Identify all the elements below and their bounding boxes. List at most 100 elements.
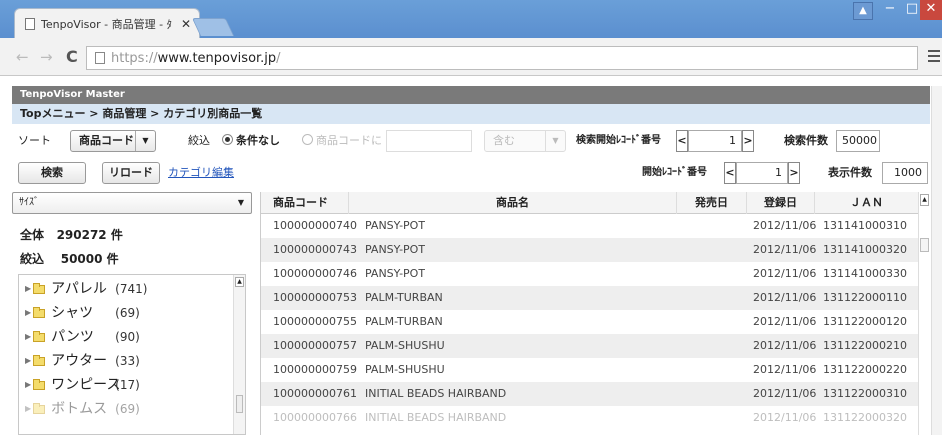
contains-select[interactable]: 含む ▼ (484, 130, 566, 152)
cell-registered: 2012/11/06 (753, 267, 817, 280)
search-start-next-button[interactable]: > (742, 130, 754, 152)
page-icon (95, 52, 105, 64)
search-start-prev-button[interactable]: < (676, 130, 688, 152)
search-start-label: 検索開始ﾚｺｰﾄﾞ番号 (576, 135, 661, 146)
tree-item-name: アパレル (51, 281, 107, 297)
search-start-input[interactable]: 1 (688, 130, 742, 152)
tree-item[interactable]: ▶ ボトムス (69) (25, 399, 140, 419)
column-header-name[interactable]: 商品名 (349, 192, 677, 214)
folder-icon (33, 330, 46, 342)
total-count: 全体 290272 件 (20, 226, 123, 243)
category-edit-link[interactable]: カテゴリ編集 (168, 162, 234, 184)
start-record-prev-button[interactable]: < (724, 162, 736, 184)
page-scrollbar[interactable] (931, 86, 942, 435)
tab-title: TenpoVisor - 商品管理 - ﾀ (41, 17, 173, 31)
start-record-next-button[interactable]: > (788, 162, 800, 184)
tree-item[interactable]: ▶ シャツ (69) (25, 303, 140, 323)
chevron-down-icon: ▼ (545, 131, 565, 151)
breadcrumb: Topメニュー > 商品管理 > カテゴリ別商品一覧 (12, 104, 930, 124)
cell-name: INITIAL BEADS HAIRBAND (365, 411, 507, 424)
tab-close-icon[interactable]: ✕ (179, 17, 193, 31)
app-container: TenpoVisor Master Topメニュー > 商品管理 > カテゴリ別… (12, 86, 930, 435)
expand-arrow-icon[interactable]: ▶ (25, 303, 31, 323)
cell-jan: 131122000120 (823, 315, 907, 328)
browser-titlebar: TenpoVisor - 商品管理 - ﾀ ✕ ▲ − □ ✕ (0, 0, 942, 38)
browser-tab[interactable]: TenpoVisor - 商品管理 - ﾀ ✕ (14, 8, 200, 38)
cell-registered: 2012/11/06 (753, 219, 817, 232)
scroll-thumb[interactable] (920, 238, 929, 252)
cell-registered: 2012/11/06 (753, 387, 817, 400)
column-header-release[interactable]: 発売日 (677, 192, 747, 214)
table-row[interactable]: 100000000759 PALM-SHUSHU 2012/11/06 1311… (261, 358, 919, 382)
folder-icon (33, 282, 46, 294)
url-scheme: https:// (111, 50, 158, 66)
cell-code: 100000000746 (273, 267, 357, 280)
cell-name: PANSY-POT (365, 219, 426, 232)
new-tab-button[interactable] (191, 18, 235, 36)
cell-jan: 131122000220 (823, 363, 907, 376)
radio-code-condition[interactable]: 商品コードに (302, 130, 382, 152)
tree-scrollbar[interactable]: ▲ (233, 275, 245, 434)
tree-item[interactable]: ▶ アパレル (741) (25, 279, 147, 299)
scroll-up-icon[interactable]: ▲ (920, 194, 929, 206)
search-button[interactable]: 検索 (18, 162, 86, 184)
browser-menu-icon[interactable] (928, 50, 940, 62)
table-row[interactable]: 100000000746 PANSY-POT 2012/11/06 131141… (261, 262, 919, 286)
url-input[interactable]: https:// www.tenpovisor.jp / (86, 46, 918, 70)
table-row[interactable]: 100000000740 PANSY-POT 2012/11/06 131141… (261, 214, 919, 238)
table-row[interactable]: 100000000755 PALM-TURBAN 2012/11/06 1311… (261, 310, 919, 334)
tree-item-name: ワンピース (51, 377, 121, 393)
cell-name: PANSY-POT (365, 267, 426, 280)
table-row[interactable]: 100000000743 PANSY-POT 2012/11/06 131141… (261, 238, 919, 262)
minimize-button[interactable]: − (878, 0, 902, 20)
column-header-registered[interactable]: 登録日 (747, 192, 815, 214)
grid-scrollbar[interactable]: ▲ (918, 192, 930, 435)
table-row[interactable]: 100000000757 PALM-SHUSHU 2012/11/06 1311… (261, 334, 919, 358)
tree-item[interactable]: ▶ アウター (33) (25, 351, 140, 371)
tree-item-count: (69) (115, 306, 140, 320)
cell-code: 100000000757 (273, 339, 357, 352)
forward-icon[interactable]: → (40, 48, 53, 66)
tree-item-name: パンツ (51, 329, 94, 345)
cell-code: 100000000753 (273, 291, 357, 304)
close-window-button[interactable]: ✕ (920, 0, 942, 20)
expand-arrow-icon[interactable]: ▶ (25, 399, 31, 419)
sort-select[interactable]: 商品コード ▼ (70, 130, 156, 152)
table-row[interactable]: 100000000766 INITIAL BEADS HAIRBAND 2012… (261, 406, 919, 430)
table-row[interactable]: 100000000753 PALM-TURBAN 2012/11/06 1311… (261, 286, 919, 310)
grid-header: 商品コード 商品名 発売日 登録日 ＪＡＮ (261, 192, 930, 214)
folder-icon (33, 378, 46, 390)
user-profile-icon[interactable]: ▲ (853, 2, 873, 20)
folder-icon (33, 306, 46, 318)
display-count-input[interactable]: 1000 (882, 162, 928, 184)
back-icon[interactable]: ← (16, 48, 29, 66)
tree-item[interactable]: ▶ ワンピース (17) (25, 375, 140, 395)
filtered-count-label: 絞込 (20, 252, 45, 266)
scroll-up-icon[interactable]: ▲ (235, 277, 244, 287)
reload-icon[interactable]: C (66, 47, 78, 66)
expand-arrow-icon[interactable]: ▶ (25, 351, 31, 371)
cell-code: 100000000755 (273, 315, 357, 328)
cell-jan: 131141000330 (823, 267, 907, 280)
scroll-thumb[interactable] (236, 395, 243, 413)
tree-item[interactable]: ▶ パンツ (90) (25, 327, 140, 347)
column-header-code[interactable]: 商品コード (261, 192, 349, 214)
tree-item-count: (17) (115, 378, 140, 392)
radio-no-condition[interactable]: 条件なし (222, 130, 280, 152)
start-record-label: 開始ﾚｺｰﾄﾞ番号 (642, 167, 707, 178)
table-row[interactable]: 100000000761 INITIAL BEADS HAIRBAND 2012… (261, 382, 919, 406)
search-count-input[interactable]: 50000 (836, 130, 880, 152)
category-panel: ｻｲｽﾞ ▼ 全体 290272 件 絞込 50000 件 ▶ アパレル (74… (12, 192, 252, 435)
size-select[interactable]: ｻｲｽﾞ ▼ (12, 192, 252, 214)
start-record-input[interactable]: 1 (736, 162, 788, 184)
column-header-jan[interactable]: ＪＡＮ (815, 192, 919, 214)
reload-button[interactable]: リロード (102, 162, 160, 184)
radio-no-condition-label: 条件なし (236, 134, 280, 147)
expand-arrow-icon[interactable]: ▶ (25, 375, 31, 395)
code-condition-input[interactable] (386, 130, 472, 152)
tree-item-count: (33) (115, 354, 140, 368)
expand-arrow-icon[interactable]: ▶ (25, 279, 31, 299)
cell-jan: 131122000320 (823, 411, 907, 424)
expand-arrow-icon[interactable]: ▶ (25, 327, 31, 347)
page-icon (25, 17, 35, 30)
